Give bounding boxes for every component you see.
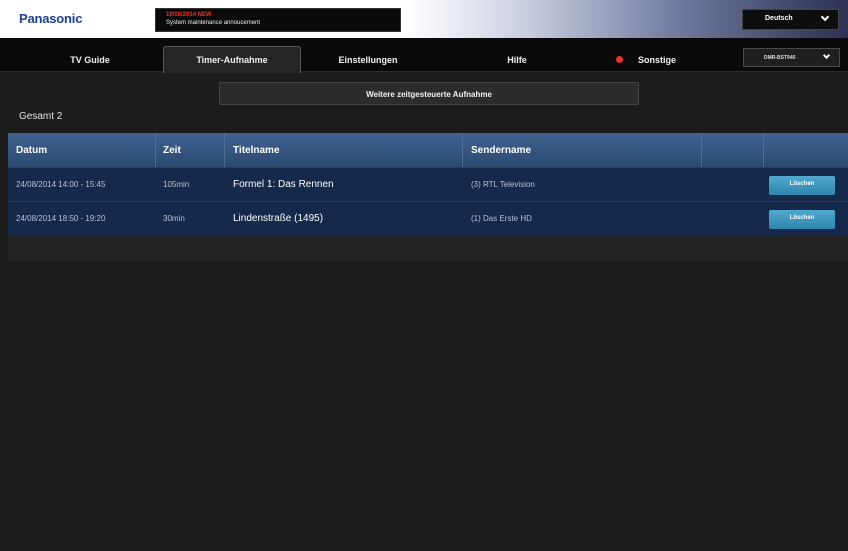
tab-help[interactable]: Hilfe (462, 47, 572, 72)
column-divider (224, 133, 225, 167)
row-title: Formel 1: Das Rennen (233, 179, 334, 190)
tab-tv-guide[interactable]: TV Guide (30, 47, 150, 72)
recordings-table: Datum Zeit Titelname Sendername 24/08/20… (8, 133, 848, 262)
panasonic-logo[interactable]: Panasonic (19, 11, 82, 26)
row-date: 24/08/2014 14:00 - 15:45 (16, 180, 106, 189)
tab-timer-recording[interactable]: Timer-Aufnahme (163, 46, 301, 73)
total-count: Gesamt 2 (19, 111, 63, 122)
column-divider (155, 133, 156, 167)
column-divider (763, 133, 764, 167)
chevron-down-icon (820, 12, 830, 22)
column-header-channel: Sendername (471, 145, 532, 156)
column-header-duration: Zeit (163, 145, 181, 156)
column-divider (701, 133, 702, 167)
table-row[interactable]: 24/08/2014 18:50 - 19:20 30min Lindenstr… (8, 201, 848, 235)
main-nav: TV Guide Timer-Aufnahme Einstellungen Hi… (0, 38, 848, 73)
alert-dot-icon (616, 56, 623, 63)
announcement-date: 19/08/2014 NEW (166, 12, 212, 18)
language-label: Deutsch (765, 15, 793, 22)
announcement-text: System maintenance annoucement (166, 20, 261, 26)
row-date: 24/08/2014 18:50 - 19:20 (16, 214, 106, 223)
column-header-title: Titelname (233, 145, 280, 156)
announcement-banner[interactable]: 19/08/2014 NEW System maintenance annouc… (155, 8, 401, 32)
row-channel: (1) Das Erste HD (471, 214, 532, 223)
table-header: Datum Zeit Titelname Sendername (8, 133, 848, 167)
row-duration: 105min (163, 180, 190, 189)
column-header-date: Datum (16, 145, 48, 156)
column-divider (462, 133, 463, 167)
table-footer (8, 235, 848, 262)
device-select[interactable]: DMR-BST940 (743, 48, 840, 67)
language-select[interactable]: Deutsch (742, 9, 839, 30)
top-bar: Panasonic 19/08/2014 NEW System maintena… (0, 0, 848, 38)
device-label: DMR-BST940 (764, 55, 796, 61)
table-row[interactable]: 24/08/2014 14:00 - 15:45 105min Formel 1… (8, 167, 848, 201)
tab-other-label: Sonstige (638, 55, 677, 65)
delete-button[interactable]: Löschen (769, 210, 835, 229)
delete-button[interactable]: Löschen (769, 176, 835, 195)
add-timer-recording-button[interactable]: Weitere zeitgesteuerte Aufnahme (219, 82, 639, 105)
row-title: Lindenstraße (1495) (233, 213, 324, 224)
row-channel: (3) RTL Television (471, 180, 535, 189)
tab-other[interactable]: Sonstige (610, 47, 700, 72)
row-duration: 30min (163, 214, 185, 223)
chevron-down-icon (822, 51, 831, 60)
tab-settings[interactable]: Einstellungen (308, 47, 428, 72)
